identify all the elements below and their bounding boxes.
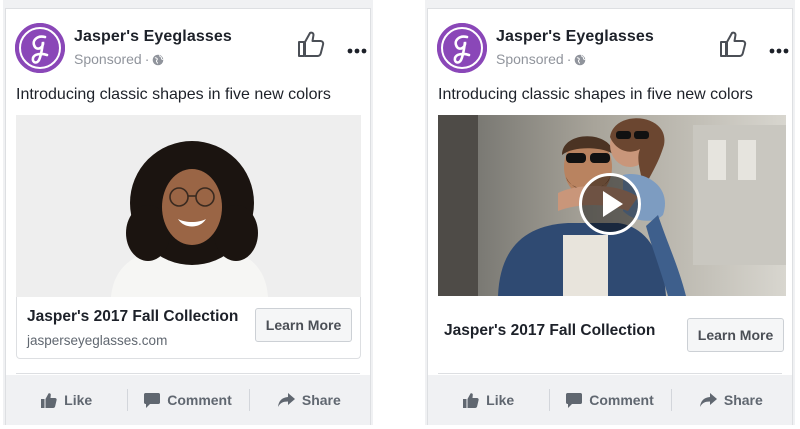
like-button[interactable]: Like [428, 375, 549, 425]
share-button[interactable]: Share [670, 375, 792, 425]
ad-card-right: Jasper's Eyeglasses Sponsored · Introduci… [425, 0, 795, 425]
comment-icon [144, 392, 161, 408]
comment-label: Comment [167, 392, 232, 408]
share-icon [699, 393, 717, 407]
more-dots-icon[interactable] [769, 41, 789, 59]
page-logo-icon[interactable] [437, 23, 487, 73]
action-bar: Like Comment Share [6, 375, 370, 425]
ad-header: Jasper's Eyeglasses Sponsored · [437, 23, 792, 73]
page-logo-icon[interactable] [15, 23, 65, 73]
page-name[interactable]: Jasper's Eyeglasses [74, 28, 232, 46]
share-button[interactable]: Share [248, 375, 370, 425]
like-icon [41, 392, 57, 408]
play-button[interactable] [579, 173, 641, 235]
sponsored-label: Sponsored · [74, 51, 165, 69]
link-title[interactable]: Jasper's 2017 Fall Collection [444, 322, 655, 340]
sponsored-text: Sponsored [74, 51, 142, 67]
link-preview[interactable]: Jasper's 2017 Fall Collection jasperseye… [16, 297, 361, 359]
share-label: Share [301, 392, 341, 408]
more-dots-icon[interactable] [347, 41, 367, 59]
ad-video[interactable] [438, 115, 786, 296]
divider [438, 373, 782, 374]
ad-header: Jasper's Eyeglasses Sponsored · [15, 23, 370, 73]
learn-more-button[interactable]: Learn More [255, 308, 352, 342]
thumbs-up-icon[interactable] [718, 29, 748, 64]
like-label: Like [64, 392, 93, 408]
ad-card-left: Jasper's Eyeglasses Sponsored · Introduci… [3, 0, 373, 425]
like-label: Like [486, 392, 515, 408]
comment-label: Comment [589, 392, 654, 408]
ad-card-body: Jasper's Eyeglasses Sponsored · Introduci… [427, 8, 793, 425]
comment-button[interactable]: Comment [127, 375, 248, 425]
ad-caption: Introducing classic shapes in five new c… [438, 86, 753, 103]
share-icon [277, 393, 295, 407]
comment-button[interactable]: Comment [549, 375, 670, 425]
ad-card-body: Jasper's Eyeglasses Sponsored · Introduci… [5, 8, 371, 425]
like-button[interactable]: Like [6, 375, 127, 425]
play-icon [603, 191, 623, 217]
comment-icon [566, 392, 583, 408]
link-preview[interactable]: Jasper's 2017 Fall Collection Learn More [438, 296, 786, 362]
action-bar: Like Comment Share [428, 375, 792, 425]
share-label: Share [723, 392, 763, 408]
sponsored-text: Sponsored [496, 51, 564, 67]
page-name[interactable]: Jasper's Eyeglasses [496, 28, 654, 46]
like-icon [463, 392, 479, 408]
thumbs-up-icon[interactable] [296, 29, 326, 64]
divider [16, 373, 360, 374]
globe-icon [574, 53, 587, 69]
learn-more-button[interactable]: Learn More [687, 318, 784, 352]
ad-image[interactable] [16, 115, 361, 297]
link-title[interactable]: Jasper's 2017 Fall Collection [27, 308, 238, 326]
sponsored-label: Sponsored · [496, 51, 587, 69]
ad-caption: Introducing classic shapes in five new c… [16, 86, 331, 103]
globe-icon [152, 53, 165, 69]
link-domain: jasperseyeglasses.com [27, 333, 168, 348]
